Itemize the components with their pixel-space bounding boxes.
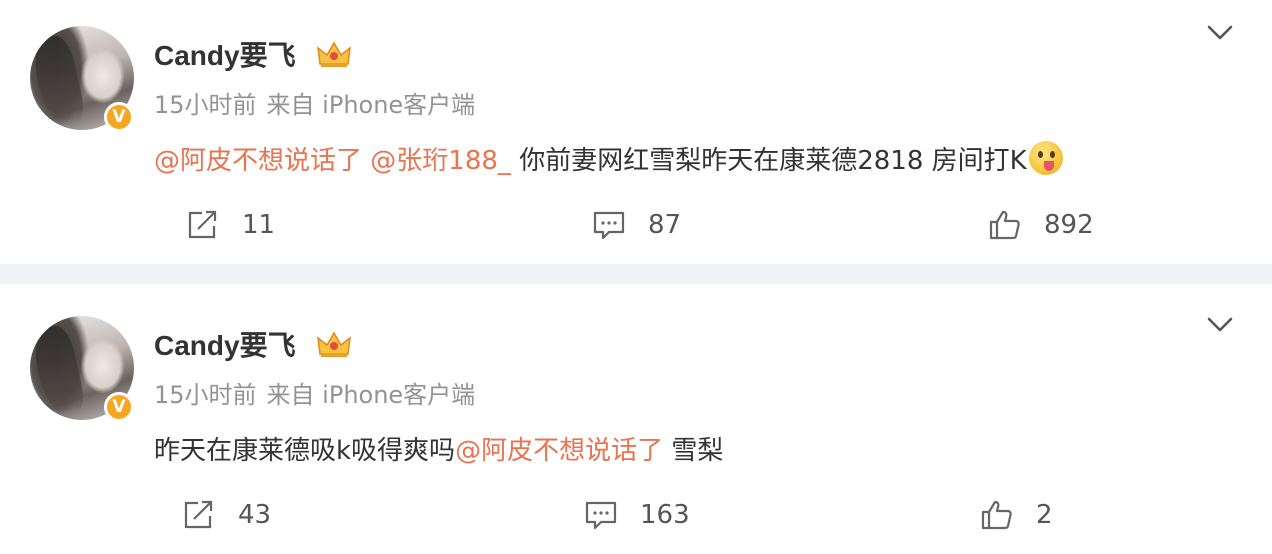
like-icon bbox=[981, 500, 1012, 530]
like-button[interactable]: 2 bbox=[980, 490, 1053, 540]
comment-icon bbox=[585, 501, 617, 530]
comment-count: 163 bbox=[640, 500, 690, 530]
post-divider bbox=[0, 264, 1272, 284]
comment-button[interactable]: 87 bbox=[592, 200, 681, 250]
post-card: V Candy要飞 15小时前 来自 iPhone客户端 昨天在康莱德吸k吸得爽吗… bbox=[0, 284, 1272, 554]
post-text: 昨天在康莱德吸k吸得爽吗@阿皮不想说话了 雪梨 bbox=[154, 430, 723, 472]
comment-button[interactable]: 163 bbox=[584, 490, 690, 540]
mention-link[interactable]: @阿皮不想说话了 bbox=[154, 146, 362, 176]
verified-badge: V bbox=[104, 392, 134, 422]
action-bar: 43 163 2 bbox=[0, 490, 1272, 540]
repost-count: 11 bbox=[242, 210, 276, 240]
post-meta: 15小时前 来自 iPhone客户端 bbox=[154, 378, 485, 412]
post-source[interactable]: 来自 iPhone客户端 bbox=[267, 91, 476, 119]
post-text-body: 雪梨 bbox=[671, 436, 724, 466]
comment-icon bbox=[593, 211, 625, 240]
like-button[interactable]: 892 bbox=[988, 200, 1094, 250]
action-bar: 11 87 892 bbox=[0, 200, 1272, 250]
chevron-down-icon[interactable] bbox=[1206, 24, 1234, 42]
repost-icon bbox=[188, 210, 217, 239]
like-count: 892 bbox=[1044, 210, 1094, 240]
repost-button[interactable]: 43 bbox=[182, 490, 271, 540]
repost-button[interactable]: 11 bbox=[186, 200, 275, 250]
crown-icon bbox=[317, 41, 351, 67]
emoji-icon bbox=[1028, 141, 1063, 175]
username[interactable]: Candy要飞 bbox=[154, 36, 296, 76]
post-text-body: 你前妻网红雪梨昨天在康莱德2818 房间打K bbox=[519, 146, 1027, 176]
post-text: @阿皮不想说话了 @张珩188_ 你前妻网红雪梨昨天在康莱德2818 房间打K bbox=[154, 140, 1063, 182]
post-time: 15小时前 bbox=[154, 91, 257, 119]
mention-link[interactable]: @阿皮不想说话了 bbox=[455, 436, 663, 466]
post-card: V Candy要飞 15小时前 来自 iPhone客户端 @阿皮不想说话了 @张珩… bbox=[0, 0, 1272, 264]
mention-link[interactable]: @张珩188_ bbox=[370, 146, 511, 176]
post-time: 15小时前 bbox=[154, 381, 257, 409]
post-source[interactable]: 来自 iPhone客户端 bbox=[267, 381, 476, 409]
verified-badge: V bbox=[104, 102, 134, 132]
username[interactable]: Candy要飞 bbox=[154, 326, 296, 366]
repost-count: 43 bbox=[238, 500, 272, 530]
repost-icon bbox=[184, 500, 213, 529]
crown-icon bbox=[317, 331, 351, 357]
post-meta: 15小时前 来自 iPhone客户端 bbox=[154, 88, 485, 122]
chevron-down-icon[interactable] bbox=[1206, 316, 1234, 334]
like-count: 2 bbox=[1036, 500, 1053, 530]
post-text-body: 昨天在康莱德吸k吸得爽吗 bbox=[154, 436, 456, 466]
like-icon bbox=[989, 210, 1020, 240]
comment-count: 87 bbox=[648, 210, 682, 240]
